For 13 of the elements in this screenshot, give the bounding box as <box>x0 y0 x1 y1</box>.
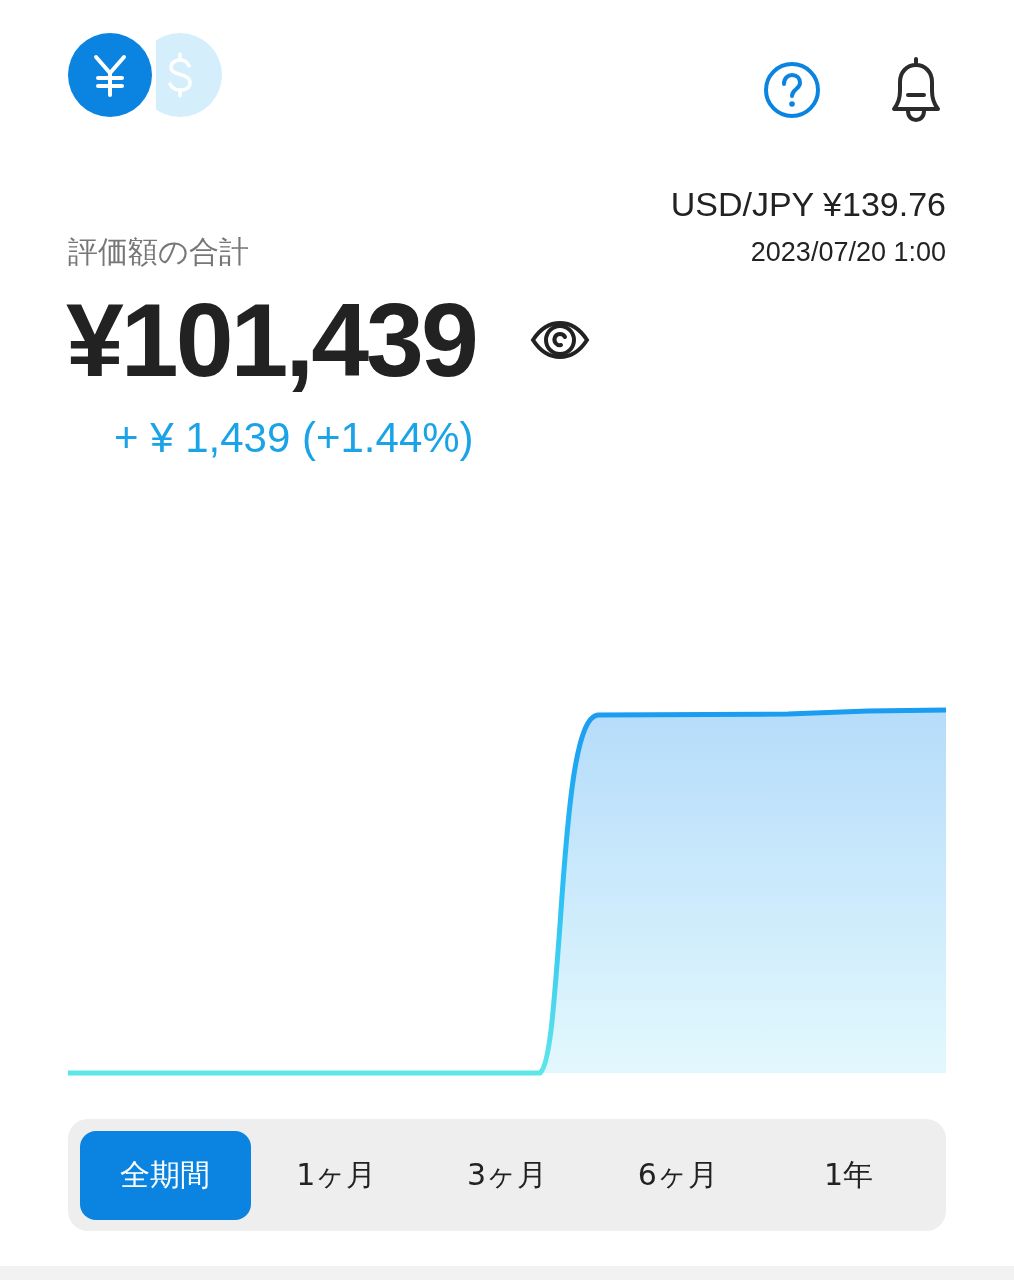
period-tab[interactable]: 1ヶ月 <box>250 1130 422 1220</box>
exchange-rate: USD/JPY ¥139.76 <box>670 184 946 225</box>
total-label: 評価額の合計 <box>68 233 249 271</box>
rate-timestamp: 2023/07/20 1:00 <box>750 236 946 269</box>
period-tab[interactable]: 6ヶ月 <box>592 1130 764 1220</box>
eye-icon[interactable] <box>529 320 590 360</box>
yen-icon[interactable] <box>68 33 152 117</box>
period-tab[interactable]: 3ヶ月 <box>421 1130 593 1220</box>
change-amount: + ¥ 1,439 (+1.44%) <box>114 413 475 463</box>
help-icon[interactable] <box>763 61 821 119</box>
total-amount: ¥101,439 <box>66 290 476 390</box>
period-tab[interactable]: 1年 <box>763 1130 934 1220</box>
period-tab[interactable]: 全期間 <box>80 1130 251 1220</box>
